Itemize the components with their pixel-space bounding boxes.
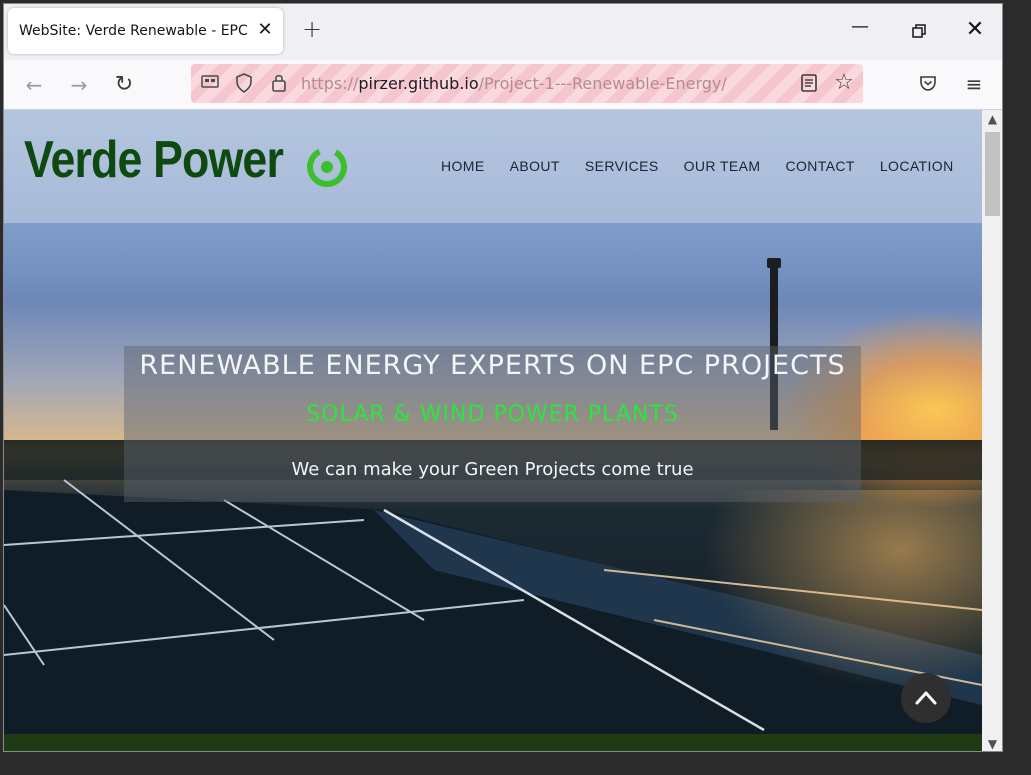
browser-tab[interactable]: WebSite: Verde Renewable - EPC Co ✕	[8, 8, 283, 54]
page-bottom-band	[4, 734, 982, 751]
minimize-icon[interactable]: —	[847, 18, 873, 44]
nav-contact[interactable]: CONTACT	[785, 158, 854, 174]
nav-services[interactable]: SERVICES	[585, 158, 659, 174]
hero-subtitle: SOLAR & WIND POWER PLANTS	[306, 402, 679, 427]
hero-title: RENEWABLE ENERGY EXPERTS ON EPC PROJECTS	[139, 350, 846, 381]
power-icon	[307, 147, 347, 188]
nav-home[interactable]: HOME	[441, 158, 485, 174]
sun-reflection	[704, 490, 982, 690]
menu-icon[interactable]: ≡	[962, 72, 986, 96]
url-path: /Project-1---Renewable-Energy/	[478, 74, 727, 93]
scroll-up-arrow-icon[interactable]: ▲	[982, 110, 1002, 128]
url-text[interactable]: https://pirzer.github.io/Project-1---Ren…	[301, 74, 727, 93]
forward-arrow-icon[interactable]: →	[66, 72, 92, 98]
reader-view-icon[interactable]	[799, 73, 821, 95]
close-tab-icon[interactable]: ✕	[255, 20, 275, 40]
tab-title: WebSite: Verde Renewable - EPC Co	[19, 23, 251, 39]
address-bar[interactable]: https://pirzer.github.io/Project-1---Ren…	[191, 64, 863, 103]
scroll-down-arrow-icon[interactable]: ▼	[982, 735, 1002, 751]
navigation-toolbar: ← → ↻ https://pirzer.github.io/Project-1…	[4, 60, 1002, 110]
nav-our-team[interactable]: OUR TEAM	[684, 158, 761, 174]
pocket-icon[interactable]	[918, 73, 940, 95]
star-icon[interactable]: ☆	[831, 70, 857, 96]
hero-text-box: RENEWABLE ENERGY EXPERTS ON EPC PROJECTS…	[124, 346, 861, 502]
chevron-up-icon	[915, 691, 937, 705]
url-scheme: https://	[301, 74, 359, 93]
lock-icon[interactable]	[268, 73, 290, 95]
shield-icon[interactable]	[233, 73, 255, 95]
back-arrow-icon[interactable]: ←	[21, 72, 47, 98]
permissions-icon[interactable]	[199, 73, 221, 95]
reload-icon[interactable]: ↻	[111, 72, 137, 98]
site-header: Verde Power HOME ABOUT SERVICES OUR TEAM…	[4, 110, 982, 223]
back-to-top-button[interactable]	[901, 673, 951, 723]
nav-about[interactable]: ABOUT	[510, 158, 560, 174]
site-logo[interactable]: Verde Power	[24, 130, 284, 190]
page-scrollbar[interactable]: ▲ ▼	[982, 110, 1002, 751]
browser-window: WebSite: Verde Renewable - EPC Co ✕ + — …	[3, 3, 1003, 752]
restore-icon[interactable]	[906, 18, 932, 44]
scroll-thumb[interactable]	[985, 132, 1000, 216]
url-host: pirzer.github.io	[358, 74, 479, 93]
page-viewport: Verde Power HOME ABOUT SERVICES OUR TEAM…	[4, 110, 982, 751]
tab-strip: WebSite: Verde Renewable - EPC Co ✕ + — …	[4, 4, 1002, 60]
site-nav: HOME ABOUT SERVICES OUR TEAM CONTACT LOC…	[441, 158, 979, 174]
nav-location[interactable]: LOCATION	[880, 158, 954, 174]
hero-tagline: We can make your Green Projects come tru…	[291, 459, 694, 480]
new-tab-button[interactable]: +	[300, 17, 324, 42]
close-window-icon[interactable]: ✕	[962, 18, 988, 44]
